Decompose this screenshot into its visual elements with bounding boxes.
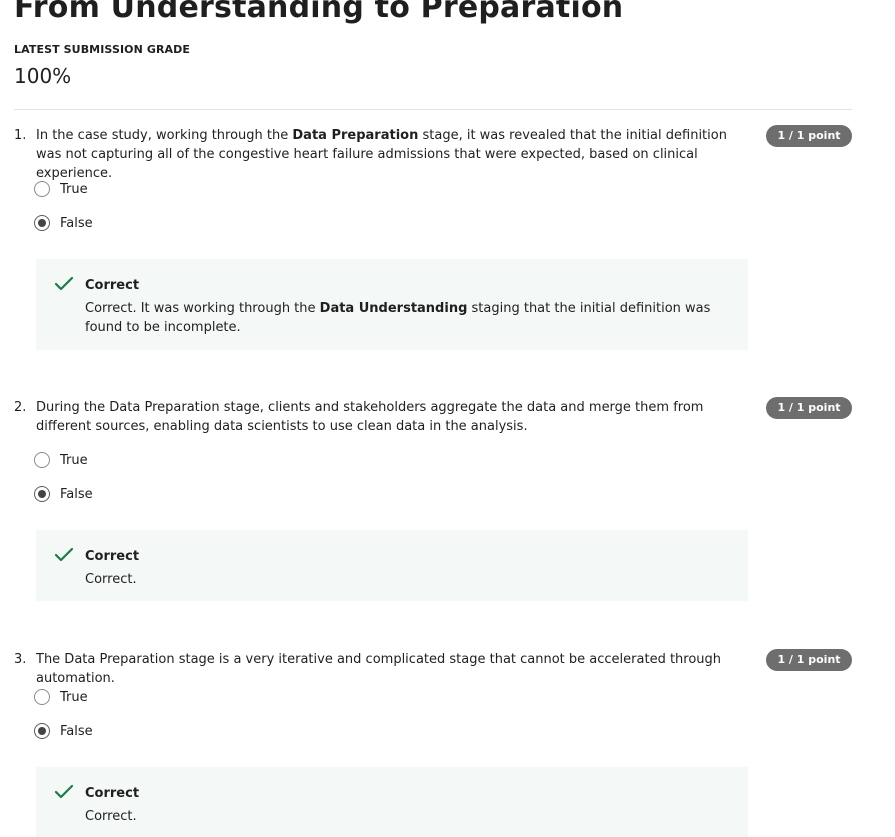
option-false[interactable]: False (34, 484, 93, 504)
option-true[interactable]: True (34, 687, 88, 707)
option-false[interactable]: False (34, 721, 93, 741)
question-number: 3. (14, 652, 27, 667)
points-badge: 1 / 1 point (766, 649, 852, 671)
option-false[interactable]: False (34, 213, 93, 233)
radio-unselected-icon[interactable] (34, 452, 50, 468)
feedback-box: Correct Correct. (36, 767, 748, 837)
option-label: False (60, 723, 93, 739)
feedback-title: Correct (85, 549, 140, 564)
radio-selected-icon[interactable] (34, 486, 50, 502)
feedback-text: Correct. (85, 572, 137, 587)
feedback-box: Correct Correct. It was working through … (36, 259, 748, 350)
grade-value: 100% (14, 64, 72, 88)
feedback-title: Correct (85, 278, 140, 293)
points-badge: 1 / 1 point (766, 125, 852, 147)
feedback-text: Correct. It was working through the Data… (85, 301, 711, 335)
feedback-text: Correct. (85, 809, 137, 824)
check-icon (54, 784, 74, 799)
points-badge: 1 / 1 point (766, 397, 852, 419)
question-number: 1. (14, 128, 27, 143)
option-label: True (60, 181, 88, 197)
option-label: False (60, 486, 93, 502)
check-icon (54, 276, 74, 291)
option-label: True (60, 689, 88, 705)
quiz-results-page: From Understanding to Preparation LATEST… (0, 0, 895, 837)
question-number: 2. (14, 400, 27, 415)
option-true[interactable]: True (34, 179, 88, 199)
check-icon (54, 547, 74, 562)
option-true[interactable]: True (34, 450, 88, 470)
question-1: 1. In the case study, working through th… (14, 125, 852, 352)
question-text: In the case study, working through the D… (36, 128, 727, 181)
radio-unselected-icon[interactable] (34, 181, 50, 197)
feedback-title: Correct (85, 786, 140, 801)
question-3: 3. The Data Preparation stage is a very … (14, 649, 852, 837)
radio-selected-icon[interactable] (34, 723, 50, 739)
question-text: The Data Preparation stage is a very ite… (36, 652, 722, 686)
question-2: 2. During the Data Preparation stage, cl… (14, 397, 852, 604)
radio-selected-icon[interactable] (34, 215, 50, 231)
option-label: False (60, 215, 93, 231)
grade-label: LATEST SUBMISSION GRADE (14, 43, 191, 56)
question-text: During the Data Preparation stage, clien… (36, 400, 704, 434)
page-title: From Understanding to Preparation (14, 0, 624, 25)
option-label: True (60, 452, 88, 468)
divider (14, 109, 852, 110)
feedback-box: Correct Correct. (36, 530, 748, 601)
radio-unselected-icon[interactable] (34, 689, 50, 705)
